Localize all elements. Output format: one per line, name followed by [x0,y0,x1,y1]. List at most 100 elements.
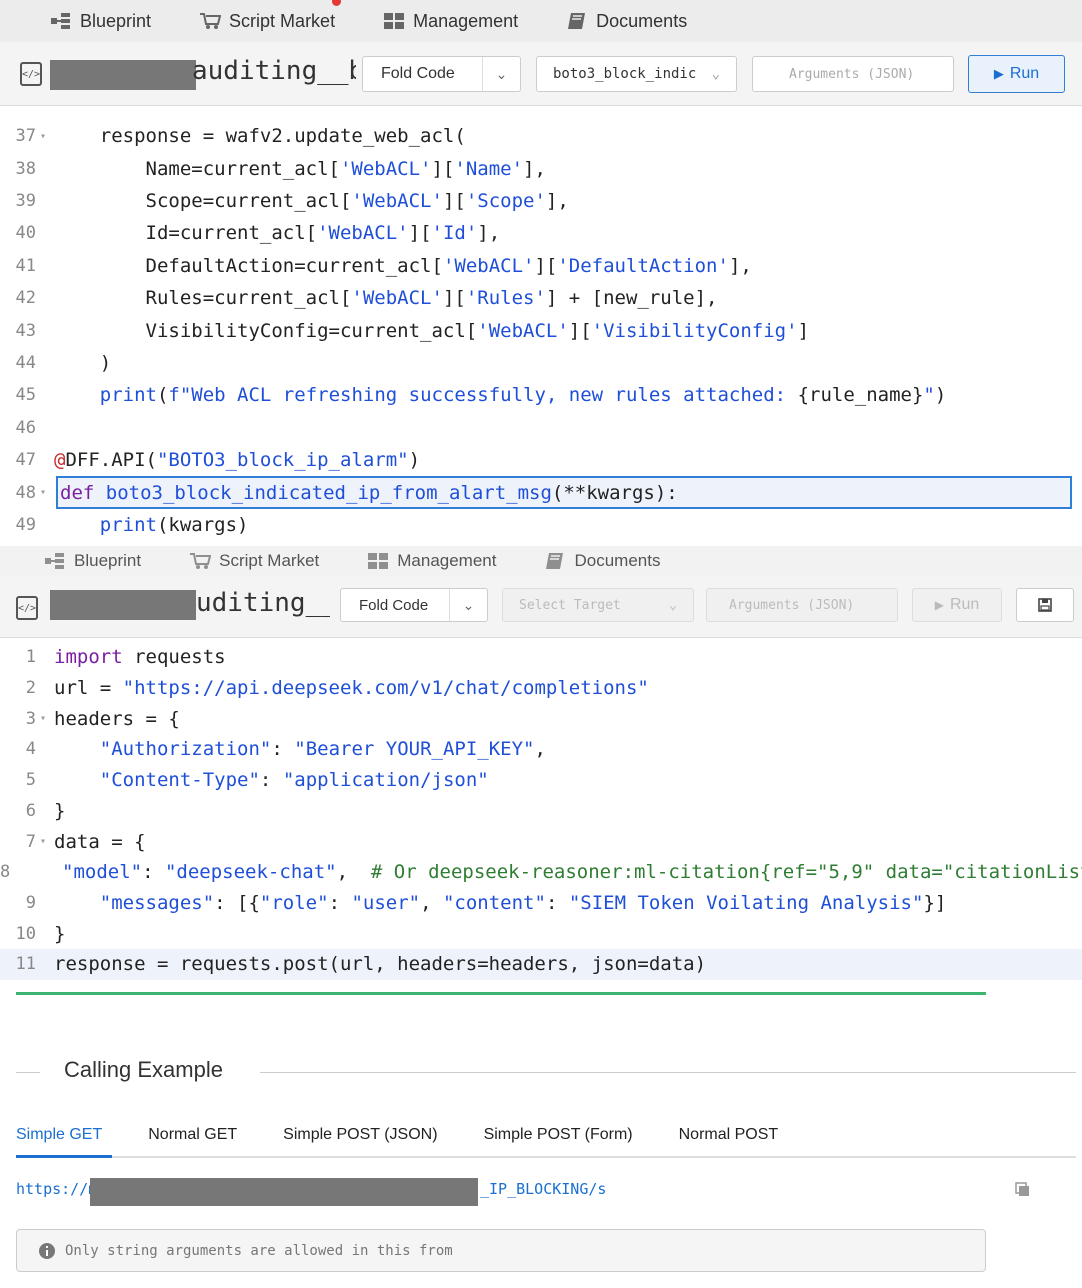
run-button[interactable]: ▶ Run [968,55,1065,93]
code-line[interactable]: 37 ▾ response = wafv2.update_web_acl( [0,120,1082,152]
code-text: Scope=current_acl['WebACL']['Scope'], [54,189,569,212]
code-line[interactable]: 10} [0,918,1082,949]
code-line[interactable]: 43 VisibilityConfig=current_acl['WebACL'… [0,314,1082,346]
example-url[interactable]: https://m [16,1180,97,1198]
code-line[interactable]: 1 import requests [0,642,1082,673]
arguments-input[interactable]: Arguments (JSON) [706,588,898,622]
code-text: import requests [54,646,226,669]
target-select[interactable]: boto3_block_indic ⌄ [536,56,737,92]
line-number: 39 [15,190,36,211]
fold-toggle-icon[interactable]: ▾ [40,713,52,724]
code-text: "Content-Type": "application/json" [99,769,489,792]
nav-item-script-market[interactable]: Script Market [199,0,342,32]
code-line[interactable]: 41 DefaultAction=current_acl['WebACL']['… [0,250,1082,282]
code-line[interactable]: 8 "model": "deepseek-chat", # Or deepsee… [0,857,1082,888]
line-number: 38 [15,158,36,179]
code-line[interactable]: 42 Rules=current_acl['WebACL']['Rules'] … [0,282,1082,314]
code-line[interactable]: 47 @DFF.API("BOTO3_block_ip_alarm") [0,444,1082,476]
fold-toggle-icon[interactable]: ▾ [40,131,52,142]
nav-item-blueprint[interactable]: Blueprint [44,551,141,571]
line-number: 9 [25,892,36,913]
line-number: 6 [25,800,36,821]
code-line-partial [0,96,1082,112]
target-select[interactable]: Select Target ⌄ [502,588,694,622]
tab-normal-post[interactable]: Normal POST [679,1126,779,1144]
line-number: 10 [15,923,36,944]
code-text: ) [54,351,112,374]
code-line[interactable]: 38 Name=current_acl['WebACL']['Name'], [0,152,1082,184]
nav-item-script-market[interactable]: Script Market [189,551,319,571]
chevron-down-icon: ⌄ [449,589,487,621]
code-line[interactable]: 9 "messages": [{"role": "user", "content… [0,888,1082,919]
code-text: "messages": [{"role": "user", "content":… [99,891,947,914]
code-text: Id=current_acl['WebACL']['Id'], [54,222,501,245]
top-nav: Blueprint Script Market Management Docum… [0,546,1082,576]
code-text: @DFF.API("BOTO3_block_ip_alarm") [54,449,421,472]
notification-dot [332,0,342,6]
copy-icon[interactable] [1015,1182,1031,1198]
save-button[interactable] [1016,588,1074,622]
code-line[interactable]: 2 url = "https://api.deepseek.com/v1/chat… [0,673,1082,704]
nav-label: Management [397,551,497,570]
code-text: print(f"Web ACL refreshing successfully,… [99,384,947,407]
chevron-down-icon: ⌄ [711,66,720,82]
play-icon: ▶ [934,598,944,612]
nav-label: Documents [574,551,661,570]
nav-label: Blueprint [74,551,142,570]
code-editor[interactable]: 1 import requests 2 url = "https://api.deep… [0,638,1082,994]
code-editor[interactable]: 37 ▾ response = wafv2.update_web_acl(38 N… [0,106,1082,546]
tab-normal-get[interactable]: Normal GET [148,1126,237,1144]
code-line[interactable]: 5 "Content-Type": "application/json" [0,765,1082,796]
code-text: } [54,799,66,822]
run-button[interactable]: ▶ Run [912,588,1002,622]
arguments-placeholder: Arguments (JSON) [789,66,915,82]
code-line[interactable]: 4 "Authorization": "Bearer YOUR_API_KEY"… [0,734,1082,765]
line-number: 40 [15,223,36,244]
code-line[interactable]: 7 ▾ data = { [0,826,1082,857]
nav-label: Blueprint [80,10,152,31]
tab-simple-post-form[interactable]: Simple POST (Form) [484,1126,633,1144]
tab-simple-get[interactable]: Simple GET [16,1126,102,1144]
fold-toggle-icon[interactable]: ▾ [40,487,52,498]
line-number: 11 [15,954,36,975]
code-text: DefaultAction=current_acl['WebACL']['Def… [54,254,752,277]
code-line[interactable]: 46 [0,412,1082,444]
nav-item-documents[interactable]: Documents [544,551,660,571]
tab-simple-post-json[interactable]: Simple POST (JSON) [283,1126,437,1144]
chevron-down-icon: ⌄ [669,597,677,613]
top-nav: Blueprint Script Market Management Docum… [0,0,1082,42]
fold-code-button[interactable]: Fold Code ⌄ [340,588,488,622]
line-number: 4 [25,739,36,760]
run-label: Run [1009,65,1040,82]
line-number: 3 [25,708,36,729]
line-number: 48 [15,482,36,503]
fold-code-label: Fold Code [359,596,429,614]
nav-item-management[interactable]: Management [383,11,518,32]
code-line[interactable]: 45 print(f"Web ACL refreshing successful… [0,379,1082,411]
fold-code-button[interactable]: Fold Code ⌄ [362,56,521,92]
code-text: url = "https://api.deepseek.com/v1/chat/… [54,677,649,700]
code-line[interactable]: 40 Id=current_acl['WebACL']['Id'], [0,217,1082,249]
code-line[interactable]: 11 response = requests.post(url, headers=… [0,949,1082,980]
save-icon [1038,598,1052,612]
nav-item-documents[interactable]: Documents [566,11,687,32]
code-line[interactable]: 3 ▾ headers = { [0,703,1082,734]
nav-item-management[interactable]: Management [367,551,496,571]
fold-toggle-icon[interactable]: ▾ [40,836,52,847]
code-text: Rules=current_acl['WebACL']['Rules'] + [… [54,287,718,310]
nav-item-blueprint[interactable]: Blueprint [50,11,151,32]
code-text: data = { [54,830,146,853]
code-line[interactable]: 6} [0,796,1082,827]
code-line[interactable]: 49 print(kwargs) [0,509,1082,541]
line-number: 49 [15,514,36,535]
blueprint-icon [45,553,64,569]
code-line[interactable]: 39 Scope=current_acl['WebACL']['Scope'], [0,185,1082,217]
code-text: response = requests.post(url, headers=he… [54,953,707,976]
active-tab-indicator [16,1155,112,1158]
arguments-input[interactable]: Arguments (JSON) [752,56,954,92]
target-value: boto3_block_indic [553,66,697,82]
code-line[interactable]: 44 ) [0,347,1082,379]
editor-toolbar: </> uditing__A Fold Code ⌄ Select Target… [0,576,1082,638]
code-line[interactable]: 48 ▾ def boto3_block_indicated_ip_from_ala… [16,476,1072,509]
